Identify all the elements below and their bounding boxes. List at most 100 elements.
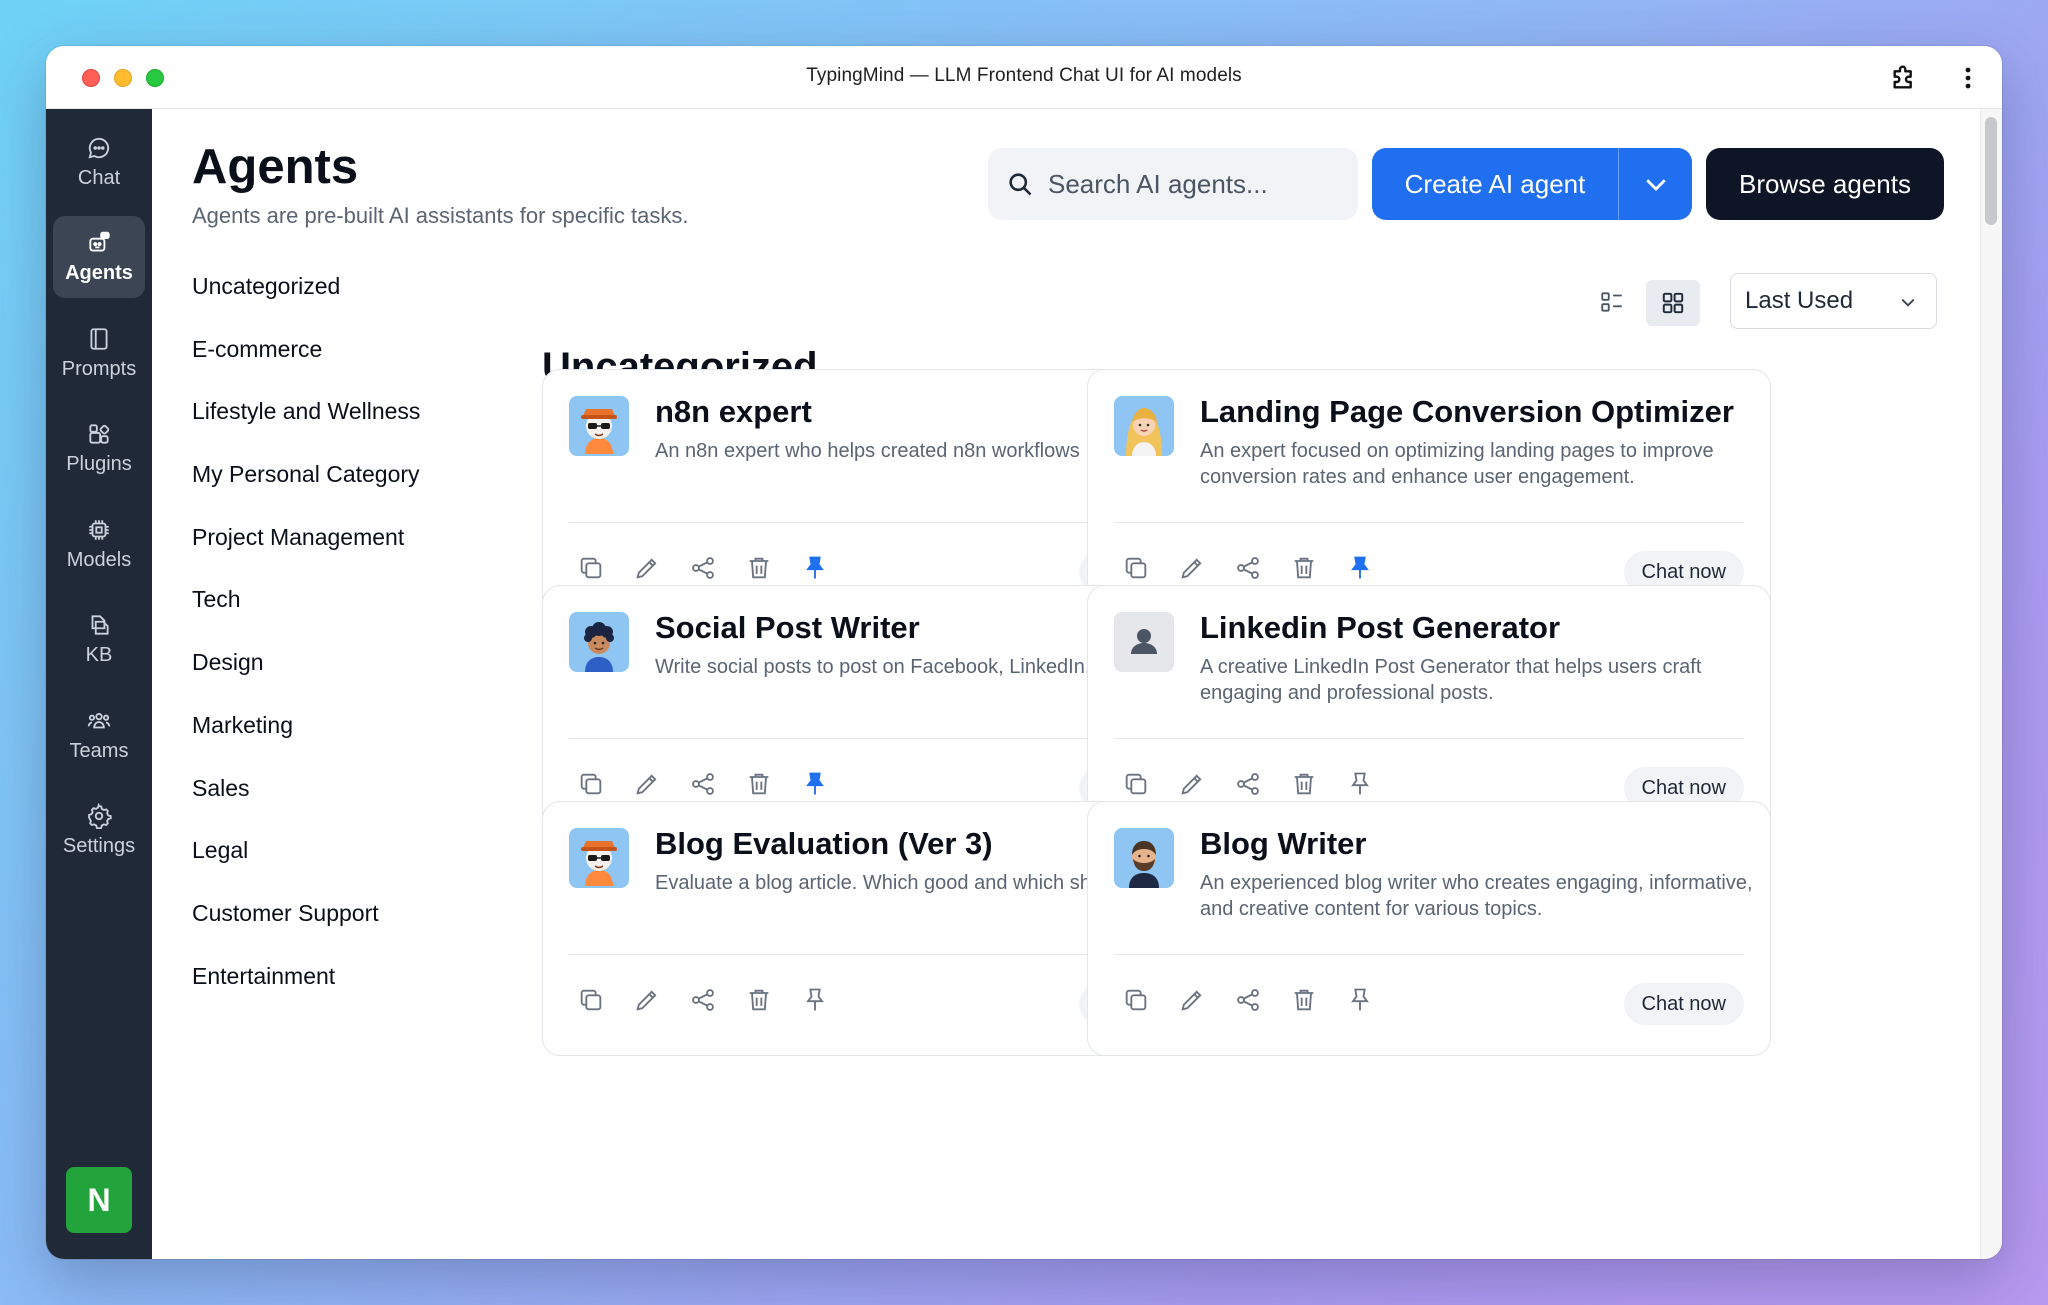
category-item[interactable]: Design (192, 647, 420, 710)
edit-icon[interactable] (633, 770, 661, 798)
sidebar-item-agents[interactable]: Agents (53, 216, 145, 298)
category-item[interactable]: Project Management (192, 522, 420, 585)
app-window: TypingMind — LLM Frontend Chat UI for AI… (46, 46, 2002, 1259)
sort-select[interactable]: Last Used (1730, 273, 1937, 329)
category-item[interactable]: Uncategorized (192, 271, 420, 334)
edit-icon[interactable] (1178, 986, 1206, 1014)
category-item[interactable]: Customer Support (192, 898, 420, 961)
agent-card[interactable]: Blog Writer An experienced blog writer wh… (1087, 801, 1771, 1056)
card-divider (1114, 738, 1744, 739)
category-item[interactable]: Legal (192, 835, 420, 898)
agent-avatar (569, 396, 629, 456)
copy-icon[interactable] (1122, 986, 1150, 1014)
chat-now-button[interactable]: Chat now (1623, 983, 1744, 1025)
agent-avatar (1114, 612, 1174, 672)
settings-icon (88, 802, 112, 829)
pin-icon[interactable] (801, 986, 829, 1014)
browse-agents-button[interactable]: Browse agents (1706, 148, 1944, 220)
sidebar-item-teams[interactable]: Teams (53, 694, 145, 776)
chat-icon (88, 137, 110, 158)
agents-icon (89, 231, 110, 252)
scrollbar-track[interactable] (1980, 109, 2002, 1259)
create-agent-button-group: Create AI agent (1372, 148, 1692, 220)
copy-icon[interactable] (1122, 554, 1150, 582)
copy-icon[interactable] (577, 554, 605, 582)
teams-icon (87, 712, 111, 728)
share-icon[interactable] (689, 554, 717, 582)
category-item[interactable]: Marketing (192, 710, 420, 773)
pin-icon[interactable] (1346, 770, 1374, 798)
agent-avatar (1114, 396, 1174, 456)
agent-name: Linkedin Post Generator (1200, 610, 1561, 645)
pin-icon[interactable] (801, 770, 829, 798)
extension-puzzle-icon[interactable] (1888, 62, 1920, 94)
share-icon[interactable] (1234, 554, 1262, 582)
sidebar-item-label: Agents (65, 261, 133, 284)
trash-icon[interactable] (1290, 986, 1318, 1014)
sidebar-item-kb[interactable]: KB (53, 598, 145, 680)
page-title: Agents (192, 140, 359, 194)
search-box (988, 148, 1358, 220)
search-icon (1009, 173, 1032, 196)
plugins-icon (89, 423, 110, 444)
copy-icon[interactable] (577, 986, 605, 1014)
models-icon (89, 519, 109, 540)
category-item[interactable]: Sales (192, 773, 420, 836)
agent-avatar (1114, 828, 1174, 888)
sidebar-item-prompts[interactable]: Prompts (53, 312, 145, 394)
sidebar-item-label: KB (85, 643, 113, 666)
sidebar-item-settings[interactable]: Settings (53, 789, 145, 871)
trash-icon[interactable] (745, 770, 773, 798)
edit-icon[interactable] (1178, 770, 1206, 798)
sidebar-item-chat[interactable]: Chat (53, 121, 145, 203)
create-agent-button[interactable]: Create AI agent (1372, 148, 1618, 220)
agent-name: Landing Page Conversion Optimizer (1200, 394, 1734, 429)
scrollbar-thumb[interactable] (1985, 117, 1997, 225)
share-icon[interactable] (1234, 770, 1262, 798)
sidebar-item-models[interactable]: Models (53, 503, 145, 585)
trash-icon[interactable] (745, 554, 773, 582)
window-title: TypingMind — LLM Frontend Chat UI for AI… (806, 65, 1242, 86)
search-input[interactable] (1048, 148, 1348, 220)
copy-icon[interactable] (577, 770, 605, 798)
category-list: Uncategorized E-commerce Lifestyle and W… (192, 271, 420, 1023)
category-item[interactable]: Entertainment (192, 961, 420, 1024)
trash-icon[interactable] (745, 986, 773, 1014)
edit-icon[interactable] (633, 554, 661, 582)
copy-icon[interactable] (1122, 770, 1150, 798)
edit-icon[interactable] (1178, 554, 1206, 582)
category-item[interactable]: Lifestyle and Wellness (192, 396, 420, 459)
category-item[interactable]: E-commerce (192, 334, 420, 397)
main-content: Agents Agents are pre-built AI assistant… (152, 109, 2002, 1259)
share-icon[interactable] (689, 986, 717, 1014)
share-icon[interactable] (689, 770, 717, 798)
pin-icon[interactable] (1346, 986, 1374, 1014)
page-subtitle: Agents are pre-built AI assistants for s… (192, 203, 689, 228)
sidebar-item-label: Teams (69, 739, 129, 762)
pin-icon[interactable] (1346, 554, 1374, 582)
card-divider (1114, 522, 1744, 523)
sidebar-item-label: Chat (77, 166, 121, 189)
agent-description: An expert focused on optimizing landing … (1200, 440, 1714, 488)
agent-avatar (569, 612, 629, 672)
chevron-down-icon (1901, 298, 1915, 307)
category-item[interactable]: Tech (192, 584, 420, 647)
edit-icon[interactable] (633, 986, 661, 1014)
kb-icon (91, 614, 109, 635)
title-bar: TypingMind — LLM Frontend Chat UI for AI… (46, 46, 2002, 109)
user-avatar[interactable]: N (66, 1167, 132, 1233)
card-actions (577, 770, 829, 798)
create-agent-dropdown[interactable] (1619, 148, 1692, 220)
agent-description: A creative LinkedIn Post Generator that … (1200, 656, 1702, 704)
trash-icon[interactable] (1290, 770, 1318, 798)
category-item[interactable]: My Personal Category (192, 459, 420, 522)
share-icon[interactable] (1234, 986, 1262, 1014)
more-vertical-icon[interactable] (1956, 62, 1980, 94)
pin-icon[interactable] (801, 554, 829, 582)
grid-view-toggle[interactable] (1646, 280, 1700, 326)
list-view-toggle[interactable] (1592, 282, 1632, 322)
grid-view-icon (1662, 292, 1684, 314)
trash-icon[interactable] (1290, 554, 1318, 582)
sidebar-item-plugins[interactable]: Plugins (53, 407, 145, 489)
sidebar-item-label: Plugins (66, 452, 132, 475)
